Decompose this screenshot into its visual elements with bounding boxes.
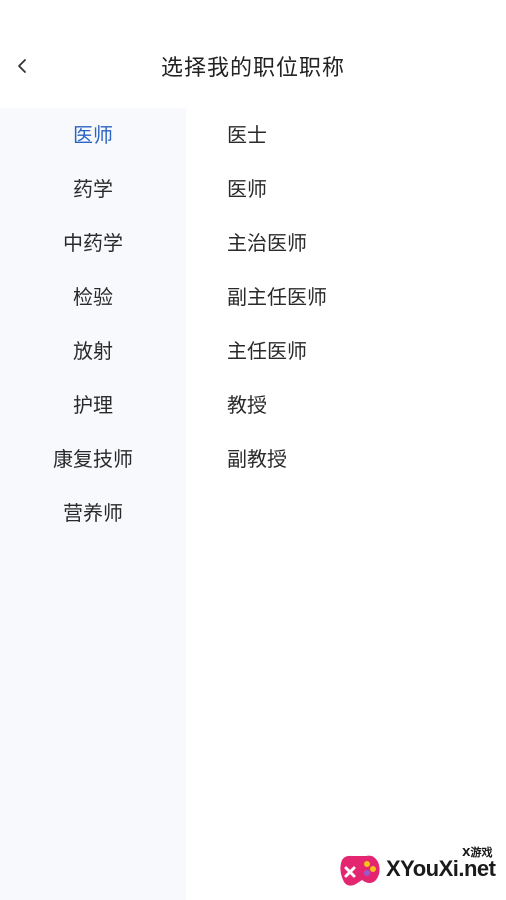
position-item[interactable]: 医师	[186, 162, 506, 216]
position-list: 医士 医师 主治医师 副主任医师 主任医师 教授 副教授	[186, 108, 506, 900]
sidebar-item-pharmacy[interactable]: 药学	[0, 162, 186, 216]
category-sidebar: 医师 药学 中药学 检验 放射 护理 康复技师 营养师	[0, 108, 186, 900]
sidebar-item-rehab-technician[interactable]: 康复技师	[0, 432, 186, 486]
gamepad-logo-icon	[336, 848, 382, 892]
position-item[interactable]: 医士	[186, 108, 506, 162]
chevron-left-icon	[15, 57, 29, 79]
watermark: X游戏 XYouXi.net	[336, 838, 500, 894]
sidebar-item-doctor[interactable]: 医师	[0, 108, 186, 162]
watermark-brand: XYouXi.net	[386, 856, 496, 881]
back-button[interactable]	[8, 54, 36, 82]
position-item[interactable]: 副主任医师	[186, 270, 506, 324]
page: 选择我的职位职称 医师 药学 中药学 检验 放射 护理 康复技师 营养师 医士 …	[0, 0, 506, 900]
position-item[interactable]: 副教授	[186, 432, 506, 486]
sidebar-item-laboratory[interactable]: 检验	[0, 270, 186, 324]
page-title: 选择我的职位职称	[160, 56, 345, 81]
header: 选择我的职位职称	[0, 38, 506, 100]
position-item[interactable]: 主任医师	[186, 324, 506, 378]
sidebar-item-nutritionist[interactable]: 营养师	[0, 486, 186, 540]
sidebar-item-radiology[interactable]: 放射	[0, 324, 186, 378]
sidebar-item-nursing[interactable]: 护理	[0, 378, 186, 432]
position-item[interactable]: 教授	[186, 378, 506, 432]
sidebar-item-tcm-pharmacy[interactable]: 中药学	[0, 216, 186, 270]
position-item[interactable]: 主治医师	[186, 216, 506, 270]
